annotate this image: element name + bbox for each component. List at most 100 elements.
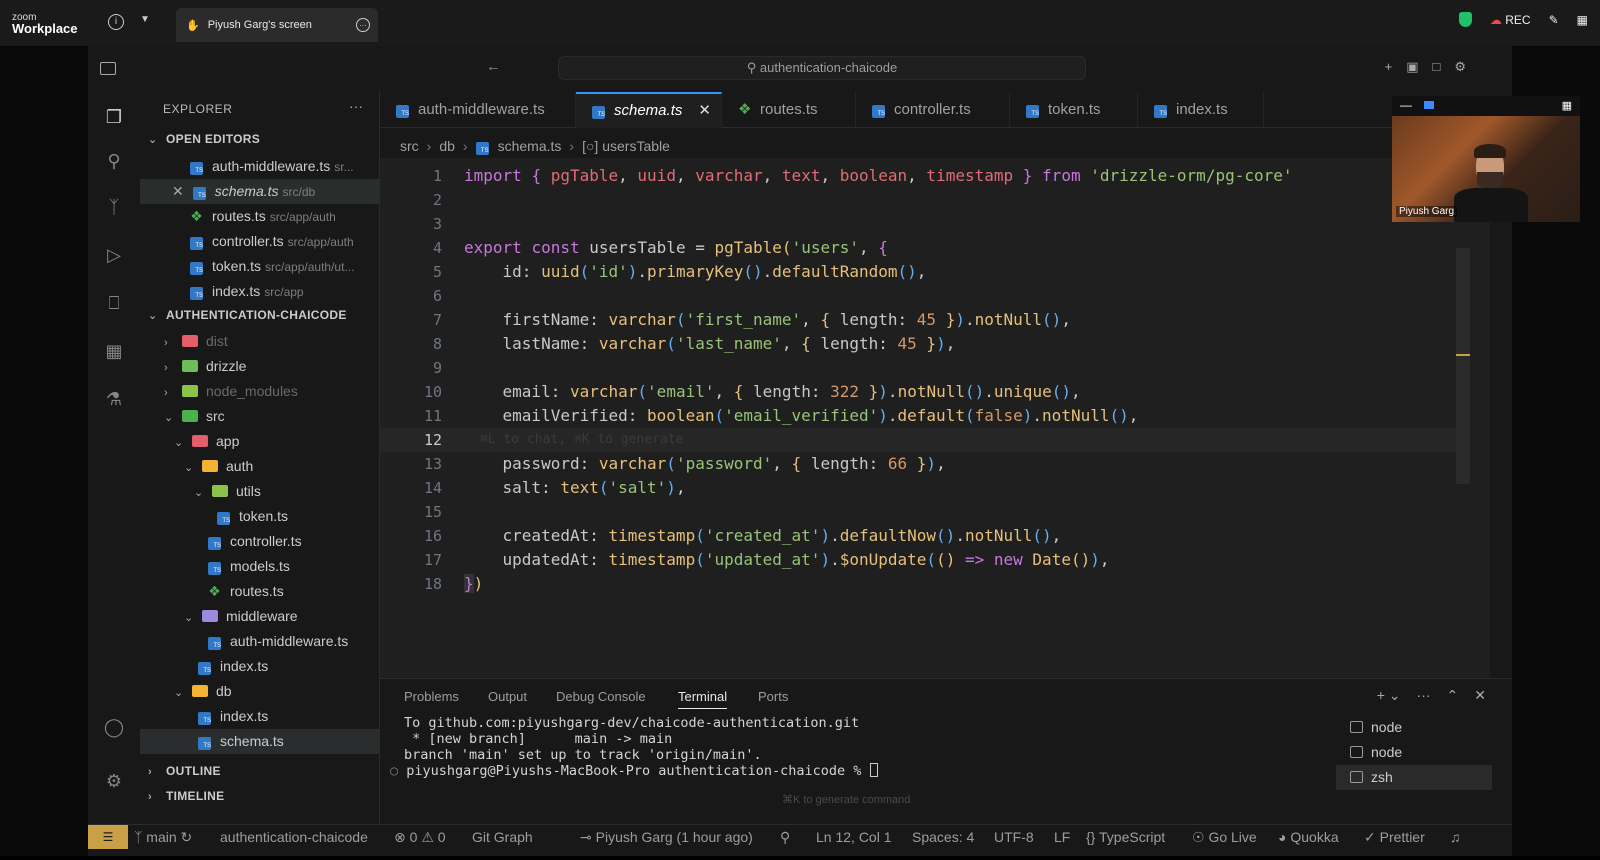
tab-index[interactable]: TS index.ts — [1138, 92, 1264, 128]
back-arrow-icon[interactable]: ← — [486, 58, 501, 75]
tab-routes[interactable]: ❖ routes.ts — [722, 92, 856, 128]
tab-debug-console[interactable]: Debug Console — [556, 689, 646, 704]
files-icon[interactable]: ❐ — [103, 106, 125, 128]
pen-icon[interactable]: ✎ — [1549, 13, 1559, 27]
rec-indicator[interactable]: ☁ REC — [1490, 13, 1531, 27]
testing-icon[interactable]: ⚗ — [103, 388, 125, 410]
panel-toggle-icon[interactable]: ▣ — [1406, 59, 1418, 75]
search-icon[interactable]: ⚲ — [103, 150, 125, 172]
tab-token[interactable]: TS token.ts — [1010, 92, 1138, 128]
prettier[interactable]: ✓ Prettier — [1364, 825, 1425, 849]
tree-file-controller[interactable]: TS controller.ts — [140, 529, 379, 554]
tab-output[interactable]: Output — [488, 689, 527, 704]
minimize-icon[interactable]: — — [1400, 98, 1412, 112]
terminal-item-zsh[interactable]: zsh — [1336, 765, 1492, 790]
run-debug-icon[interactable]: ▷ — [103, 244, 125, 266]
breadcrumb-item[interactable]: src — [400, 138, 419, 154]
open-editor-item[interactable]: TS token.ts src/app/auth/ut... — [140, 254, 379, 279]
tree-file-app-index[interactable]: TS index.ts — [140, 654, 379, 679]
open-editor-item[interactable]: TS index.ts src/app — [140, 279, 379, 304]
close-icon[interactable]: ✕ — [172, 183, 184, 199]
open-editor-item[interactable]: TS controller.ts src/app/auth — [140, 229, 379, 254]
more-icon[interactable]: … — [356, 18, 370, 32]
quokka[interactable]: ◕ Quokka — [1278, 825, 1339, 849]
open-editors-section[interactable]: ⌄ OPEN EDITORS — [148, 132, 260, 146]
source-control-icon[interactable]: ᛉ — [103, 196, 125, 218]
close-icon[interactable]: ✕ — [1474, 687, 1486, 704]
tree-folder-dist[interactable]: › dist — [140, 329, 379, 354]
webcam-video[interactable]: — ▦ Piyush Garg — [1392, 96, 1580, 222]
close-icon[interactable]: ✕ — [698, 102, 711, 119]
cursor-position[interactable]: Ln 12, Col 1 — [816, 825, 892, 849]
tab-auth-middleware[interactable]: TS auth-middleware.ts — [380, 92, 576, 128]
account-icon[interactable]: ◯ — [103, 716, 125, 738]
terminal-item-node[interactable]: node — [1336, 715, 1492, 740]
remote-explorer-icon[interactable]: ⎕ — [103, 292, 125, 314]
breadcrumb-item[interactable]: schema.ts — [498, 138, 562, 154]
tab-ports[interactable]: Ports — [758, 689, 788, 704]
scrollbar[interactable] — [1456, 248, 1470, 484]
more-icon[interactable]: ··· — [1417, 687, 1431, 704]
language-mode[interactable]: {} TypeScript — [1086, 825, 1165, 849]
chevron-down-icon[interactable]: ▼ — [140, 14, 150, 25]
go-live[interactable]: ☉ Go Live — [1192, 825, 1257, 849]
chat-icon[interactable]: □ — [1432, 59, 1440, 75]
expand-icon[interactable]: ▦ — [1562, 99, 1572, 112]
breadcrumb-item[interactable]: usersTable — [602, 138, 670, 154]
indentation[interactable]: Spaces: 4 — [912, 825, 974, 849]
terminal-output[interactable]: To github.com:piyushgarg-dev/chaicode-au… — [390, 715, 878, 779]
info-icon[interactable]: i — [108, 14, 124, 30]
tree-folder-auth[interactable]: ⌄ auth — [140, 454, 379, 479]
tree-file-routes[interactable]: ❖ routes.ts — [140, 579, 379, 604]
add-terminal-icon[interactable]: + ⌄ — [1377, 687, 1401, 704]
tree-folder-utils[interactable]: ⌄ utils — [140, 479, 379, 504]
zoom-icon[interactable]: ⚲ — [780, 825, 790, 849]
git-graph-item[interactable]: Git Graph — [472, 825, 533, 849]
tree-folder-app[interactable]: ⌄ app — [140, 429, 379, 454]
project-section[interactable]: ⌄ AUTHENTICATION-CHAICODE — [148, 308, 347, 322]
extensions-icon[interactable]: ▦ — [103, 340, 125, 362]
command-center[interactable]: ⚲ authentication-chaicode — [558, 56, 1086, 80]
sync-icon[interactable]: ↻ — [181, 829, 193, 845]
terminal-item-node[interactable]: node — [1336, 740, 1492, 765]
tree-file-schema[interactable]: TS schema.ts — [140, 729, 379, 754]
view-icon[interactable] — [1424, 101, 1434, 109]
more-actions-icon[interactable]: ··· — [349, 98, 363, 114]
tree-folder-src[interactable]: ⌄ src — [140, 404, 379, 429]
gear-icon[interactable]: ⚙ — [1454, 59, 1466, 75]
tree-folder-middleware[interactable]: ⌄ middleware — [140, 604, 379, 629]
branch-item[interactable]: ᛉ main ↻ — [134, 825, 192, 849]
shield-icon[interactable] — [1458, 12, 1472, 27]
timeline-section[interactable]: › TIMELINE — [148, 789, 224, 803]
problems-item[interactable]: ⊗ 0 ⚠ 0 — [394, 825, 446, 849]
screen-share-tab[interactable]: ✋ Piyush Garg's screen … — [176, 8, 378, 42]
tree-file-db-index[interactable]: TS index.ts — [140, 704, 379, 729]
git-blame-item[interactable]: ⊸ Piyush Garg (1 hour ago) — [580, 825, 753, 849]
chevron-up-icon[interactable]: ⌃ — [1447, 687, 1459, 704]
code-editor[interactable]: 1 import { pgTable, uuid, varchar, text, … — [380, 158, 1490, 678]
encoding[interactable]: UTF-8 — [994, 825, 1034, 849]
tree-folder-node-modules[interactable]: › node_modules — [140, 379, 379, 404]
manage-gear-icon[interactable]: ⚙ — [103, 770, 125, 792]
open-editor-item[interactable]: ❖ routes.ts src/app/auth — [140, 204, 379, 229]
outline-section[interactable]: › OUTLINE — [148, 764, 221, 778]
add-icon[interactable]: + — [1385, 59, 1393, 75]
breadcrumb-item[interactable]: db — [439, 138, 455, 154]
tree-file-auth-middleware[interactable]: TS auth-middleware.ts — [140, 629, 379, 654]
tab-problems[interactable]: Problems — [404, 689, 459, 704]
tree-file-models[interactable]: TS models.ts — [140, 554, 379, 579]
bell-icon[interactable]: ♫ — [1450, 825, 1461, 849]
open-editor-item[interactable]: TS auth-middleware.ts sr... — [140, 154, 379, 179]
tab-controller[interactable]: TS controller.ts — [856, 92, 1010, 128]
end-of-line[interactable]: LF — [1054, 825, 1070, 849]
remote-icon[interactable]: ☰ — [88, 825, 128, 849]
grid-icon[interactable]: ▦ — [1577, 13, 1588, 27]
tab-schema[interactable]: TS schema.ts ✕ — [576, 92, 722, 128]
project-item[interactable]: authentication-chaicode — [220, 825, 368, 849]
tab-terminal[interactable]: Terminal — [678, 689, 728, 709]
tree-folder-db[interactable]: ⌄ db — [140, 679, 379, 704]
open-editor-item[interactable]: ✕ TS schema.ts src/db — [140, 179, 379, 204]
sidebar-toggle-icon[interactable] — [100, 62, 116, 75]
tree-file-token[interactable]: TS token.ts — [140, 504, 379, 529]
tree-folder-drizzle[interactable]: › drizzle — [140, 354, 379, 379]
